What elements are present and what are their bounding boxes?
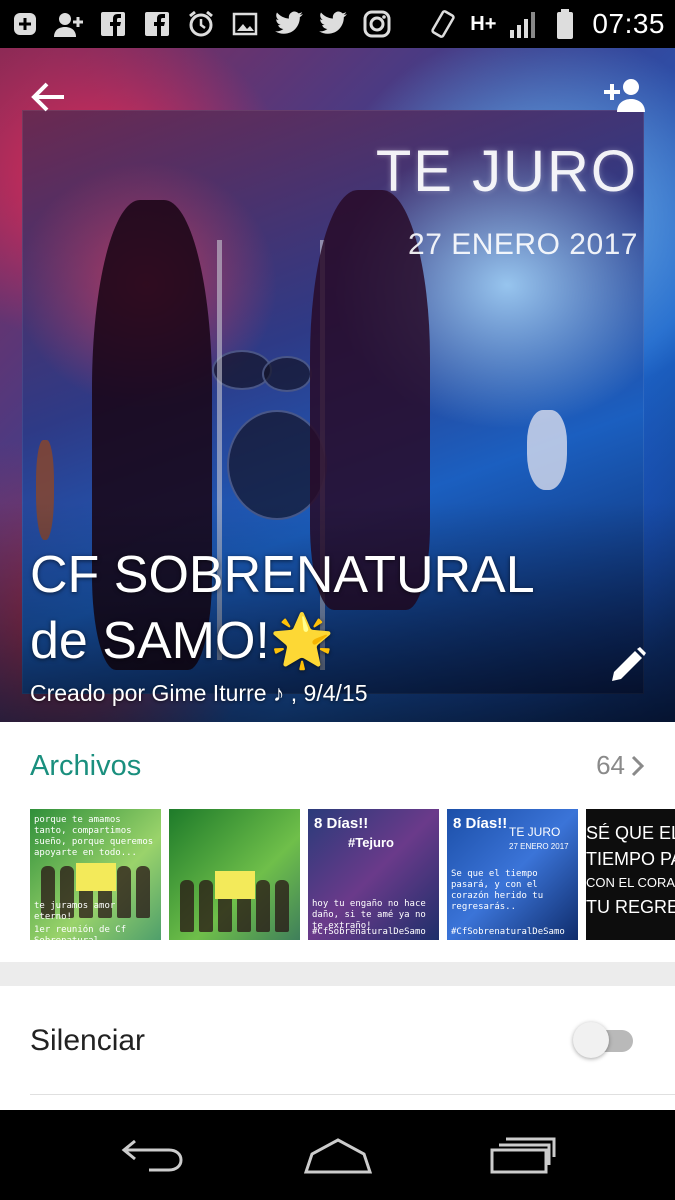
sign-shape	[215, 871, 255, 899]
nav-back-icon	[121, 1139, 183, 1172]
alarm-icon	[186, 9, 216, 39]
rotate-icon	[428, 9, 458, 39]
signal-icon	[508, 9, 538, 39]
media-label[interactable]: Archivos	[30, 750, 141, 783]
poster-date: 27 ENERO 2017	[408, 228, 638, 261]
media-thumbnails: porque te amamos tanto, compartimos sueñ…	[30, 809, 675, 940]
nav-recents-button[interactable]	[483, 1130, 563, 1180]
thumbnail-caption: porque te amamos tanto, compartimos sueñ…	[34, 815, 154, 858]
arrow-back-icon	[31, 82, 64, 112]
group-info-screen: H+ 07:35 TE JURO 27 ENERO 2017 CF SOBREN…	[0, 0, 675, 1200]
media-section: Archivos 64 porque te amamos tanto, comp…	[0, 722, 675, 962]
facebook-icon	[142, 9, 172, 39]
navigation-bar	[0, 1110, 675, 1200]
pencil-icon	[612, 647, 646, 681]
clock: 07:35	[592, 8, 665, 39]
person-shape	[275, 880, 290, 932]
edit-group-name-button[interactable]	[609, 646, 649, 686]
media-count: 64	[596, 750, 625, 780]
chevron-right-icon	[631, 755, 645, 776]
add-user-icon	[54, 9, 84, 39]
thumbnail-caption: Se que el tiempo pasará, y con el corazó…	[451, 869, 544, 912]
group-name: CF SOBRENATURAL de SAMO!🌟	[30, 546, 533, 670]
toggle-thumb	[573, 1022, 609, 1058]
media-thumbnail[interactable]: porque te amamos tanto, compartimos sueñ…	[30, 809, 161, 940]
mute-label[interactable]: Silenciar	[30, 1024, 145, 1058]
poster-title: TE JURO	[375, 139, 638, 204]
thumbnail-hashtag: #Tejuro	[348, 835, 394, 850]
image-icon	[230, 9, 260, 39]
nav-back-button[interactable]	[113, 1130, 193, 1180]
add-participant-button[interactable]	[603, 78, 651, 122]
system-status: H+ 07:35	[428, 8, 665, 40]
twitter-icon	[318, 9, 348, 39]
thumbnail-mini-title: TE JURO	[509, 825, 561, 839]
person-shape	[256, 880, 271, 932]
thumbnail-heading: 8 Días!!	[453, 815, 508, 832]
thumbnail-text-line: TU REGRESA	[586, 897, 675, 917]
group-created-by: Creado por Gime Iturre ♪ , 9/4/15	[30, 680, 368, 706]
thumbnail-text-line: TIEMPO PAS	[586, 849, 675, 869]
add-person-icon	[604, 79, 645, 112]
media-thumbnail[interactable]	[169, 809, 300, 940]
facebook-icon	[98, 9, 128, 39]
thumbnail-text-line: SÉ QUE EL	[586, 823, 675, 843]
thumbnail-caption: #CfSobrenaturalDeSamo	[312, 927, 426, 937]
drum-shape	[262, 356, 312, 392]
person-shape	[179, 880, 194, 932]
thumbnail-heading: 8 Días!!	[314, 815, 369, 832]
guitar-shape	[527, 410, 567, 490]
twitter-icon	[274, 9, 304, 39]
thumbnail-text-line: CON EL CORAZÓ	[586, 875, 675, 890]
home-icon	[303, 1138, 372, 1174]
thumbnail-caption: #CfSobrenaturalDeSamo	[451, 927, 565, 937]
battery-icon	[550, 9, 580, 39]
thumbnail-caption: te juramos amor eterno!	[34, 901, 116, 922]
settings-section: Silenciar	[0, 986, 675, 1110]
media-thumbnail[interactable]: 8 Días!! TE JURO 27 ENERO 2017 Se que el…	[447, 809, 578, 940]
sign-shape	[76, 863, 116, 891]
divider	[30, 1094, 675, 1095]
mute-toggle[interactable]	[573, 1022, 633, 1058]
recents-icon	[490, 1137, 555, 1174]
person-shape	[198, 880, 213, 932]
group-cover-header: TE JURO 27 ENERO 2017 CF SOBRENATURAL de…	[0, 48, 675, 722]
nav-home-button[interactable]	[298, 1130, 378, 1180]
instagram-icon	[362, 9, 392, 39]
media-count-link[interactable]: 64	[596, 750, 645, 781]
thumbnail-mini-date: 27 ENERO 2017	[509, 842, 569, 851]
media-thumbnail[interactable]: SÉ QUE EL TIEMPO PAS CON EL CORAZÓ TU RE…	[586, 809, 675, 940]
thumbnail-caption: 1er reunión de Cf Sobrenatural...	[34, 925, 127, 940]
status-bar: H+ 07:35	[0, 0, 675, 48]
add-icon	[10, 9, 40, 39]
back-button[interactable]	[30, 80, 74, 120]
network-type: H+	[470, 12, 497, 35]
notification-icons	[10, 9, 392, 39]
media-thumbnail[interactable]: 8 Días!! #Tejuro hoy tu engaño no hace d…	[308, 809, 439, 940]
